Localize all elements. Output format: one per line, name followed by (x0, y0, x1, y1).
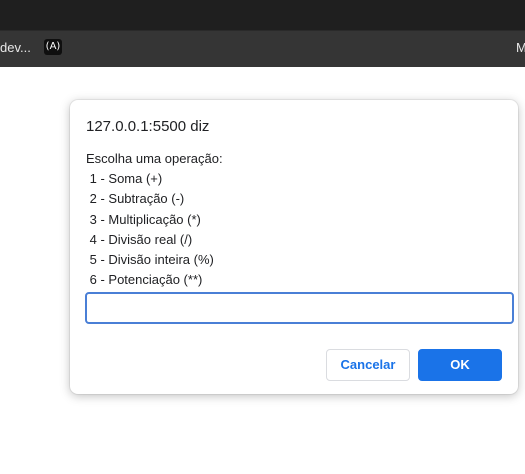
bookmarks-bar: dev... M (0, 30, 525, 67)
dialog-message: Escolha uma operação: 1 - Soma (+) 2 - S… (86, 149, 223, 290)
dialog-title: 127.0.0.1:5500 diz (86, 118, 210, 135)
prompt-dialog: 127.0.0.1:5500 diz Escolha uma operação:… (70, 100, 518, 394)
bookmark-item[interactable]: dev... (0, 40, 31, 55)
cancel-button[interactable]: Cancelar (326, 349, 410, 381)
prompt-input[interactable] (85, 292, 514, 324)
bookmark-favicon-icon[interactable]: (A) (44, 39, 62, 55)
message-line: 4 - Divisão real (/) (86, 231, 193, 247)
message-line: 5 - Divisão inteira (%) (86, 252, 214, 268)
browser-tab-strip (0, 0, 525, 30)
message-line: 3 - Multiplicação (*) (86, 211, 201, 227)
bookmark-item[interactable]: M (516, 40, 525, 55)
message-line: Escolha uma operação: (86, 151, 223, 166)
message-line: 6 - Potenciação (**) (86, 272, 203, 288)
ok-button[interactable]: OK (418, 349, 502, 381)
page-content: 127.0.0.1:5500 diz Escolha uma operação:… (0, 67, 525, 474)
message-line: 2 - Subtração (-) (86, 191, 185, 207)
message-line: 1 - Soma (+) (86, 171, 163, 187)
